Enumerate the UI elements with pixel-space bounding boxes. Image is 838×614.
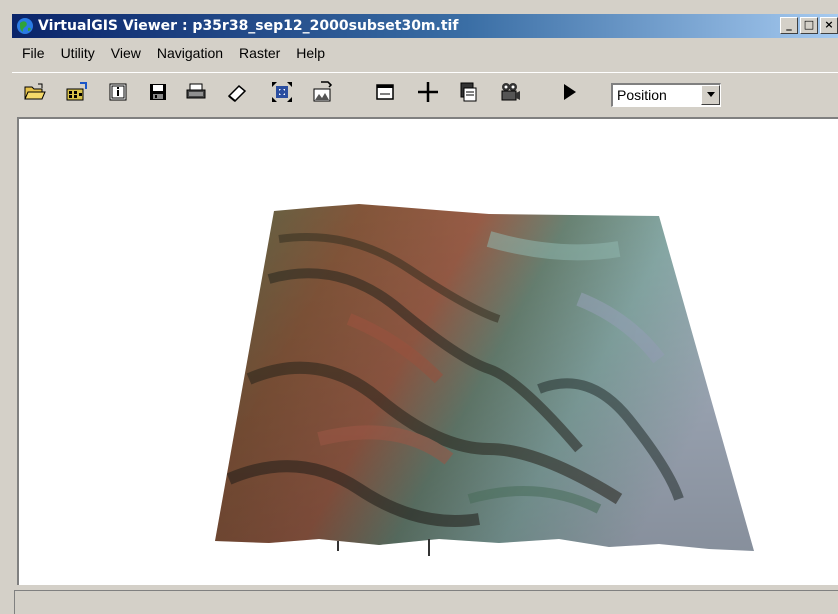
toolbar: Position: [12, 72, 838, 113]
copy-icon: [460, 82, 477, 102]
crosshair-button[interactable]: [415, 79, 441, 105]
copy-button[interactable]: [455, 79, 481, 105]
title-bar[interactable]: VirtualGIS Viewer : p35r38_sep12_2000sub…: [12, 14, 838, 38]
print-button[interactable]: [183, 79, 209, 105]
maximize-button[interactable]: □: [800, 17, 818, 34]
scene-viewport[interactable]: [17, 117, 838, 585]
minimize-button[interactable]: _: [780, 17, 798, 34]
play-icon: [564, 84, 576, 100]
close-button[interactable]: ×: [820, 17, 838, 34]
movie-camera-icon: [501, 83, 520, 101]
menu-view[interactable]: View: [103, 45, 149, 61]
status-bar: [14, 590, 838, 614]
save-button[interactable]: [145, 79, 171, 105]
record-button[interactable]: [497, 79, 523, 105]
menu-utility[interactable]: Utility: [53, 45, 103, 61]
chevron-down-icon: [706, 92, 715, 97]
globe-icon: [17, 18, 33, 34]
window-button[interactable]: [372, 79, 398, 105]
fit-extent-icon: [272, 82, 292, 102]
eraser-icon: [227, 84, 247, 102]
info-button[interactable]: [105, 79, 131, 105]
mode-select-value: Position: [617, 87, 667, 103]
fit-extent-button[interactable]: [269, 79, 295, 105]
menu-bar: File Utility View Navigation Raster Help: [14, 40, 333, 66]
info-icon: [109, 83, 127, 101]
open-folder-icon: [24, 83, 46, 100]
mode-select-dropdown-button[interactable]: [701, 85, 720, 105]
print-icon: [186, 83, 206, 99]
menu-file[interactable]: File: [14, 45, 53, 61]
open-raster-button[interactable]: [64, 79, 90, 105]
erase-button[interactable]: [224, 79, 250, 105]
menu-raster[interactable]: Raster: [231, 45, 288, 61]
save-icon: [150, 84, 166, 100]
menu-help[interactable]: Help: [288, 45, 333, 61]
open-raster-icon: [66, 82, 87, 101]
mode-select[interactable]: Position: [611, 83, 721, 107]
play-button[interactable]: [557, 79, 583, 105]
menu-navigation[interactable]: Navigation: [149, 45, 231, 61]
terrain-rendering[interactable]: [19, 119, 838, 585]
crosshair-icon: [418, 82, 438, 102]
window-title: VirtualGIS Viewer : p35r38_sep12_2000sub…: [38, 18, 459, 34]
export-image-button[interactable]: [310, 79, 336, 105]
window-icon: [376, 84, 394, 100]
export-image-icon: [313, 81, 333, 102]
open-button[interactable]: [22, 79, 48, 105]
